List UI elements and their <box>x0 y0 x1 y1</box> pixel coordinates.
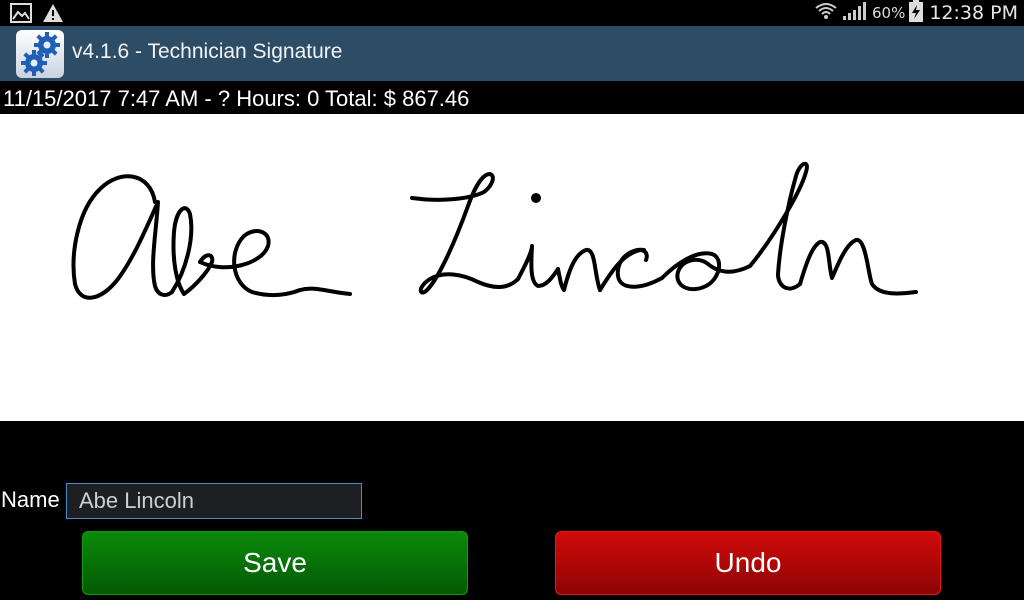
action-bar: v4.1.6 - Technician Signature <box>0 26 1024 81</box>
signature-pad[interactable] <box>0 114 1024 421</box>
warning-icon[interactable] <box>42 3 64 27</box>
app-title: v4.1.6 - Technician Signature <box>72 40 343 63</box>
undo-button[interactable]: Undo <box>555 531 941 595</box>
battery-charging-icon <box>909 0 924 26</box>
job-summary: 11/15/2017 7:47 AM - ? Hours: 0 Total: $… <box>3 86 470 111</box>
system-indicators: 60% 12:38 PM <box>814 0 1018 26</box>
wifi-icon <box>814 1 838 25</box>
gears-app-icon[interactable] <box>16 30 64 78</box>
notification-icons <box>10 3 64 27</box>
name-field[interactable]: Abe Lincoln <box>66 483 362 519</box>
status-bar: 60% 12:38 PM <box>0 0 1024 26</box>
signal-icon <box>842 1 868 25</box>
clock: 12:38 PM <box>929 2 1018 24</box>
image-notification-icon[interactable] <box>10 3 32 27</box>
signature-drawing <box>71 161 918 300</box>
battery-percent: 60% <box>872 4 906 22</box>
name-label: Name <box>1 487 60 512</box>
save-button[interactable]: Save <box>82 531 468 595</box>
